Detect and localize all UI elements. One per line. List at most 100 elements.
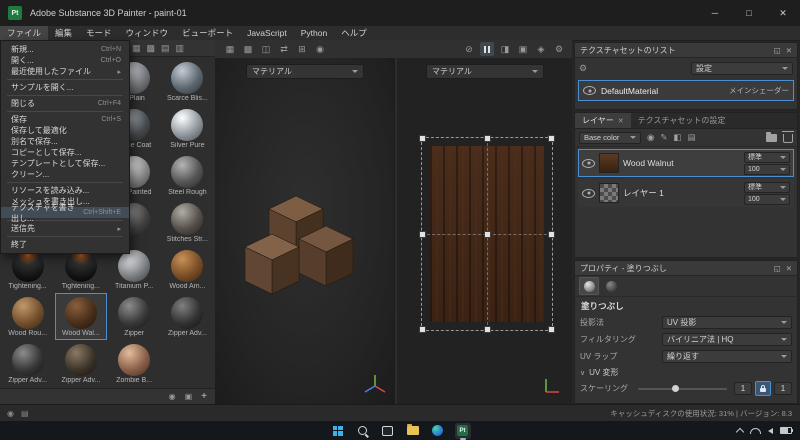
tab-texture-set-settings[interactable]: テクスチャセットの設定 [631,113,733,128]
substance-painter-taskbar-button[interactable]: Pt [454,422,471,440]
menu-mode[interactable]: モード [79,26,119,40]
add-paint-layer-icon[interactable]: ✎ [660,132,667,143]
gear-icon[interactable]: ⚙ [579,63,587,74]
uv-transform-section[interactable]: ∨ UV 変形 [575,365,797,380]
taskbar-search-button[interactable] [355,423,371,439]
task-view-button[interactable] [380,423,396,439]
shelf-item[interactable]: Zipper Adv... [162,293,213,340]
menu-item-open[interactable]: 開く... Ctrl+O [1,55,129,66]
settings-dropdown[interactable]: 設定 [691,61,793,75]
gizmo-handle-br[interactable] [548,326,555,333]
file-explorer-button[interactable] [405,423,421,439]
preview-sphere-icon[interactable]: ◉ [169,392,176,401]
preview-card-icon[interactable]: ▣ [185,392,193,401]
channels-mode-button[interactable] [602,278,620,294]
scale-y-field[interactable]: 1 [774,382,792,395]
blend-mode-dropdown[interactable]: 標準 [744,151,790,163]
gizmo-handle-tc[interactable] [484,135,491,142]
menu-python[interactable]: Python [294,26,334,40]
tab-layers[interactable]: レイヤー ✕ [575,113,631,128]
shelf-view-small-grid-icon[interactable]: ▩ [147,43,156,54]
add-effect-icon[interactable]: ◉ [647,132,654,143]
opacity-field[interactable]: 100 [744,193,790,205]
scale-x-field[interactable]: 1 [734,382,752,395]
battery-icon[interactable] [780,427,793,434]
maximize-button[interactable]: □ [732,0,766,26]
grid-small-icon[interactable]: ▩ [241,42,255,56]
menu-item-open-sample[interactable]: サンプルを開く... [1,82,129,93]
menu-item-save-as-copy[interactable]: コピーとして保存... [1,147,129,158]
add-smart-material-icon[interactable]: ▤ [688,132,696,143]
shelf-item[interactable]: Steel Rough [162,152,213,199]
menu-viewport[interactable]: ビューポート [175,26,240,40]
menu-item-close[interactable]: 閉じる Ctrl+F4 [1,98,129,109]
shelf-view-list-icon[interactable]: ▤ [161,43,170,54]
shelf-item[interactable]: Stitches Str... [162,199,213,246]
add-fill-layer-icon[interactable]: ◧ [674,132,682,143]
menu-item-import-resources[interactable]: リソースを読み込み... [1,185,129,196]
shelf-item[interactable]: Zipper [109,293,160,340]
status-sphere-icon[interactable]: ◉ [7,409,14,418]
menu-item-quit[interactable]: 終了 [1,239,129,250]
undock-icon[interactable]: ◱ [774,46,781,55]
shelf-item[interactable]: Silver Pure [162,105,213,152]
shelf-view-detail-icon[interactable]: ▥ [176,43,185,54]
menu-item-send-to[interactable]: 送信先 [1,223,129,234]
shelf-item[interactable]: Zipper Adv... [2,340,53,387]
slider-track[interactable] [638,384,727,392]
add-view-icon[interactable]: ⊞ [295,42,309,56]
add-group-folder-icon[interactable] [766,131,777,142]
scaling-slider[interactable] [638,382,727,395]
visibility-eye-icon[interactable] [582,188,595,198]
perspective-icon[interactable]: ◨ [498,42,512,56]
projection-dropdown[interactable]: UV 投影 [662,316,792,329]
material-dropdown-2d[interactable]: マテリアル [426,64,544,79]
status-list-icon[interactable]: ▤ [21,409,29,418]
menu-item-new[interactable]: 新規... Ctrl+N [1,44,129,55]
wifi-icon[interactable] [750,427,761,434]
close-button[interactable]: ✕ [766,0,800,26]
symmetry-icon[interactable]: ⇄ [277,42,291,56]
close-icon[interactable]: ✕ [786,264,792,273]
shelf-item[interactable]: Zipper Adv... [55,340,106,387]
shelf-item[interactable]: Wood Am... [162,246,213,293]
material-dropdown-3d[interactable]: マテリアル [246,64,364,79]
menu-item-save[interactable]: 保存 Ctrl+S [1,114,129,125]
undock-icon[interactable]: ◱ [774,264,781,273]
shelf-item-selected[interactable]: Wood Wal... [55,293,107,340]
shelf-item[interactable]: Wood Rou... [2,293,53,340]
gizmo-handle-tr[interactable] [548,135,555,142]
menu-item-recent-files[interactable]: 最近使用したファイル [1,66,129,77]
shelf-view-grid-icon[interactable]: ▦ [132,43,141,54]
edge-browser-button[interactable] [430,423,446,439]
tray-expand-chevron-icon[interactable] [735,427,745,436]
shelf-item[interactable]: Scarce Blis... [162,58,213,105]
gizmo-handle-tl[interactable] [419,135,426,142]
volume-icon[interactable] [768,427,773,434]
menu-edit[interactable]: 編集 [48,26,79,40]
video-icon[interactable]: ◈ [534,42,548,56]
menu-item-export-textures[interactable]: テクスチャを書き出し... Ctrl+Shift+E [1,203,129,223]
menu-window[interactable]: ウィンドウ [119,26,176,40]
close-icon[interactable]: ✕ [786,46,792,55]
minimize-button[interactable]: ─ [698,0,732,26]
material-mode-button[interactable] [579,277,599,295]
filtering-dropdown[interactable]: バイリニア法 | HQ [662,333,792,346]
axis-gizmo-3d[interactable] [362,372,388,398]
gizmo-handle-bc[interactable] [484,326,491,333]
channel-filter-dropdown[interactable]: Base color [579,131,641,144]
visibility-eye-icon[interactable] [582,158,595,168]
gizmo-handle-mr[interactable] [548,231,555,238]
pause-engine-icon[interactable] [480,42,494,56]
transform-gizmo-bounds[interactable] [419,135,555,333]
gizmo-handle-center[interactable] [484,231,491,238]
opacity-field[interactable]: 100 [744,163,790,175]
uv-wrap-dropdown[interactable]: 繰り返す [662,350,792,363]
delete-layer-trash-icon[interactable] [782,131,794,143]
wood-cubes-3d-model[interactable] [238,194,378,306]
tab-close-icon[interactable]: ✕ [618,117,624,125]
grid-view-icon[interactable]: ▦ [223,42,237,56]
menu-item-save-as-template[interactable]: テンプレートとして保存... [1,158,129,169]
menu-javascript[interactable]: JavaScript [240,26,294,40]
menu-help[interactable]: ヘルプ [334,26,374,40]
